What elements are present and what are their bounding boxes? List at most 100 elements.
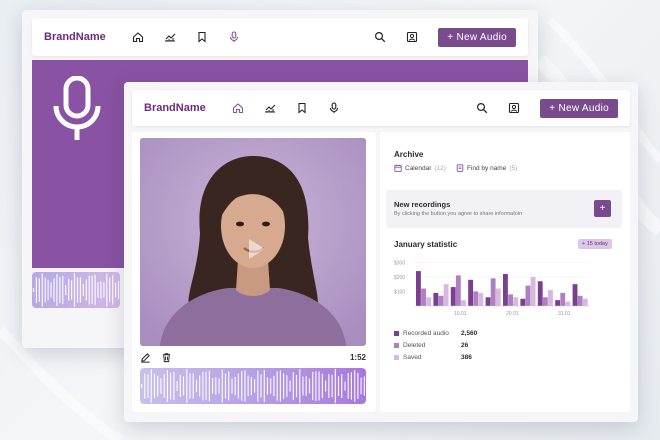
dashboard-panel: Archive Calendar (12) Find by name (5) N… bbox=[380, 132, 630, 412]
legend-swatch-recorded bbox=[394, 330, 399, 336]
waveform-bar bbox=[65, 285, 67, 295]
profile-card-icon[interactable] bbox=[508, 102, 520, 114]
waveform-bar bbox=[315, 371, 317, 401]
audio-waveform[interactable] bbox=[140, 368, 366, 404]
waveform-bar bbox=[53, 278, 55, 302]
bar bbox=[537, 281, 543, 306]
play-icon[interactable] bbox=[240, 234, 270, 264]
waveform-bar bbox=[195, 379, 198, 393]
waveform-bar bbox=[170, 372, 172, 400]
waveform-bar bbox=[337, 376, 340, 396]
waveform-bar bbox=[199, 375, 201, 397]
microphone-icon[interactable] bbox=[228, 31, 240, 43]
brand-logo[interactable]: BrandName bbox=[144, 102, 206, 114]
archive-find-by-name[interactable]: Find by name (5) bbox=[456, 164, 517, 172]
waveform-bar bbox=[221, 369, 223, 403]
chart-line-icon[interactable] bbox=[164, 31, 176, 43]
bar bbox=[572, 284, 578, 306]
waveform-bar bbox=[205, 371, 207, 401]
waveform-bar bbox=[263, 370, 265, 402]
brand-logo[interactable]: BrandName bbox=[44, 31, 106, 43]
bar bbox=[513, 297, 519, 306]
chart-line-icon[interactable] bbox=[264, 102, 276, 114]
waveform-bar bbox=[117, 280, 120, 300]
waveform-bar bbox=[360, 377, 362, 395]
waveform-bar bbox=[106, 273, 108, 307]
bar bbox=[461, 300, 466, 306]
waveform-bar bbox=[73, 273, 76, 307]
bar bbox=[577, 295, 583, 306]
waveform-bar bbox=[141, 384, 143, 388]
waveform-bar bbox=[88, 275, 90, 305]
front-navbar: BrandName + New Audio bbox=[132, 90, 630, 126]
waveform-bar bbox=[85, 279, 87, 301]
waveform-bar bbox=[273, 375, 275, 397]
waveform-bar bbox=[305, 376, 307, 396]
bookmark-icon[interactable] bbox=[196, 31, 208, 43]
waveform-bar bbox=[47, 279, 49, 301]
microphone-icon[interactable] bbox=[328, 102, 340, 114]
bar bbox=[542, 297, 548, 306]
waveform-bar bbox=[289, 380, 291, 392]
search-icon[interactable] bbox=[374, 31, 386, 43]
bar bbox=[478, 292, 484, 306]
new-recordings-card: New recordings By clicking the button yo… bbox=[386, 190, 622, 228]
bar bbox=[525, 285, 531, 306]
waveform-bar bbox=[299, 369, 301, 403]
waveform-bar bbox=[173, 371, 175, 401]
legend-label-saved: Saved bbox=[403, 353, 422, 361]
bar bbox=[503, 274, 508, 306]
new-audio-button[interactable]: + New Audio bbox=[540, 98, 618, 118]
search-icon[interactable] bbox=[476, 102, 488, 114]
waveform-bar bbox=[341, 374, 343, 398]
waveform-bar bbox=[103, 282, 105, 298]
waveform-bar bbox=[347, 373, 349, 399]
x-tick-label: 31.01 bbox=[558, 311, 571, 317]
waveform-bar bbox=[144, 373, 146, 399]
waveform-bar bbox=[100, 281, 102, 299]
waveform-bar bbox=[270, 378, 272, 394]
waveform-bar bbox=[91, 275, 93, 305]
waveform-bar bbox=[179, 375, 181, 397]
profile-card-icon[interactable] bbox=[406, 31, 418, 43]
archive-calendar-label: Calendar bbox=[405, 164, 432, 172]
waveform-bar bbox=[302, 376, 304, 396]
video-preview[interactable] bbox=[140, 138, 366, 346]
trash-icon[interactable] bbox=[161, 352, 172, 363]
archive-calendar[interactable]: Calendar (12) bbox=[394, 164, 446, 172]
new-audio-button[interactable]: + New Audio bbox=[438, 27, 516, 47]
legend-swatch-deleted bbox=[394, 342, 399, 348]
waveform-bar bbox=[344, 381, 346, 391]
waveform-bar bbox=[186, 369, 188, 403]
waveform-bar bbox=[50, 282, 52, 298]
waveform-bar bbox=[363, 376, 365, 396]
waveform-bar bbox=[94, 274, 96, 306]
waveform-bar bbox=[215, 377, 217, 395]
archive-calendar-count: (12) bbox=[434, 164, 446, 172]
waveform-bar bbox=[357, 372, 359, 400]
archive-find-count: (5) bbox=[509, 164, 518, 172]
waveform-bar bbox=[56, 274, 58, 306]
waveform-bar bbox=[331, 374, 333, 398]
waveform-bar bbox=[202, 371, 204, 401]
edit-icon[interactable] bbox=[140, 352, 151, 363]
bookmark-icon[interactable] bbox=[296, 102, 308, 114]
waveform-bar bbox=[276, 371, 278, 401]
home-icon[interactable] bbox=[132, 31, 144, 43]
bar bbox=[468, 279, 474, 306]
waveform-bar bbox=[237, 373, 239, 399]
waveform-bar bbox=[82, 283, 84, 297]
add-recording-button[interactable]: + bbox=[594, 200, 611, 217]
bar bbox=[582, 298, 588, 306]
waveform-bar bbox=[283, 373, 285, 399]
waveform-bar bbox=[160, 378, 162, 394]
archive-title: Archive bbox=[394, 150, 424, 159]
waveform-bar bbox=[79, 277, 81, 303]
waveform-bar bbox=[212, 378, 214, 394]
waveform-bar bbox=[328, 374, 330, 398]
bar bbox=[495, 288, 501, 306]
home-icon[interactable] bbox=[232, 102, 244, 114]
microphone-icon bbox=[53, 76, 101, 140]
bar bbox=[520, 298, 526, 306]
waveform-bar bbox=[350, 372, 352, 400]
